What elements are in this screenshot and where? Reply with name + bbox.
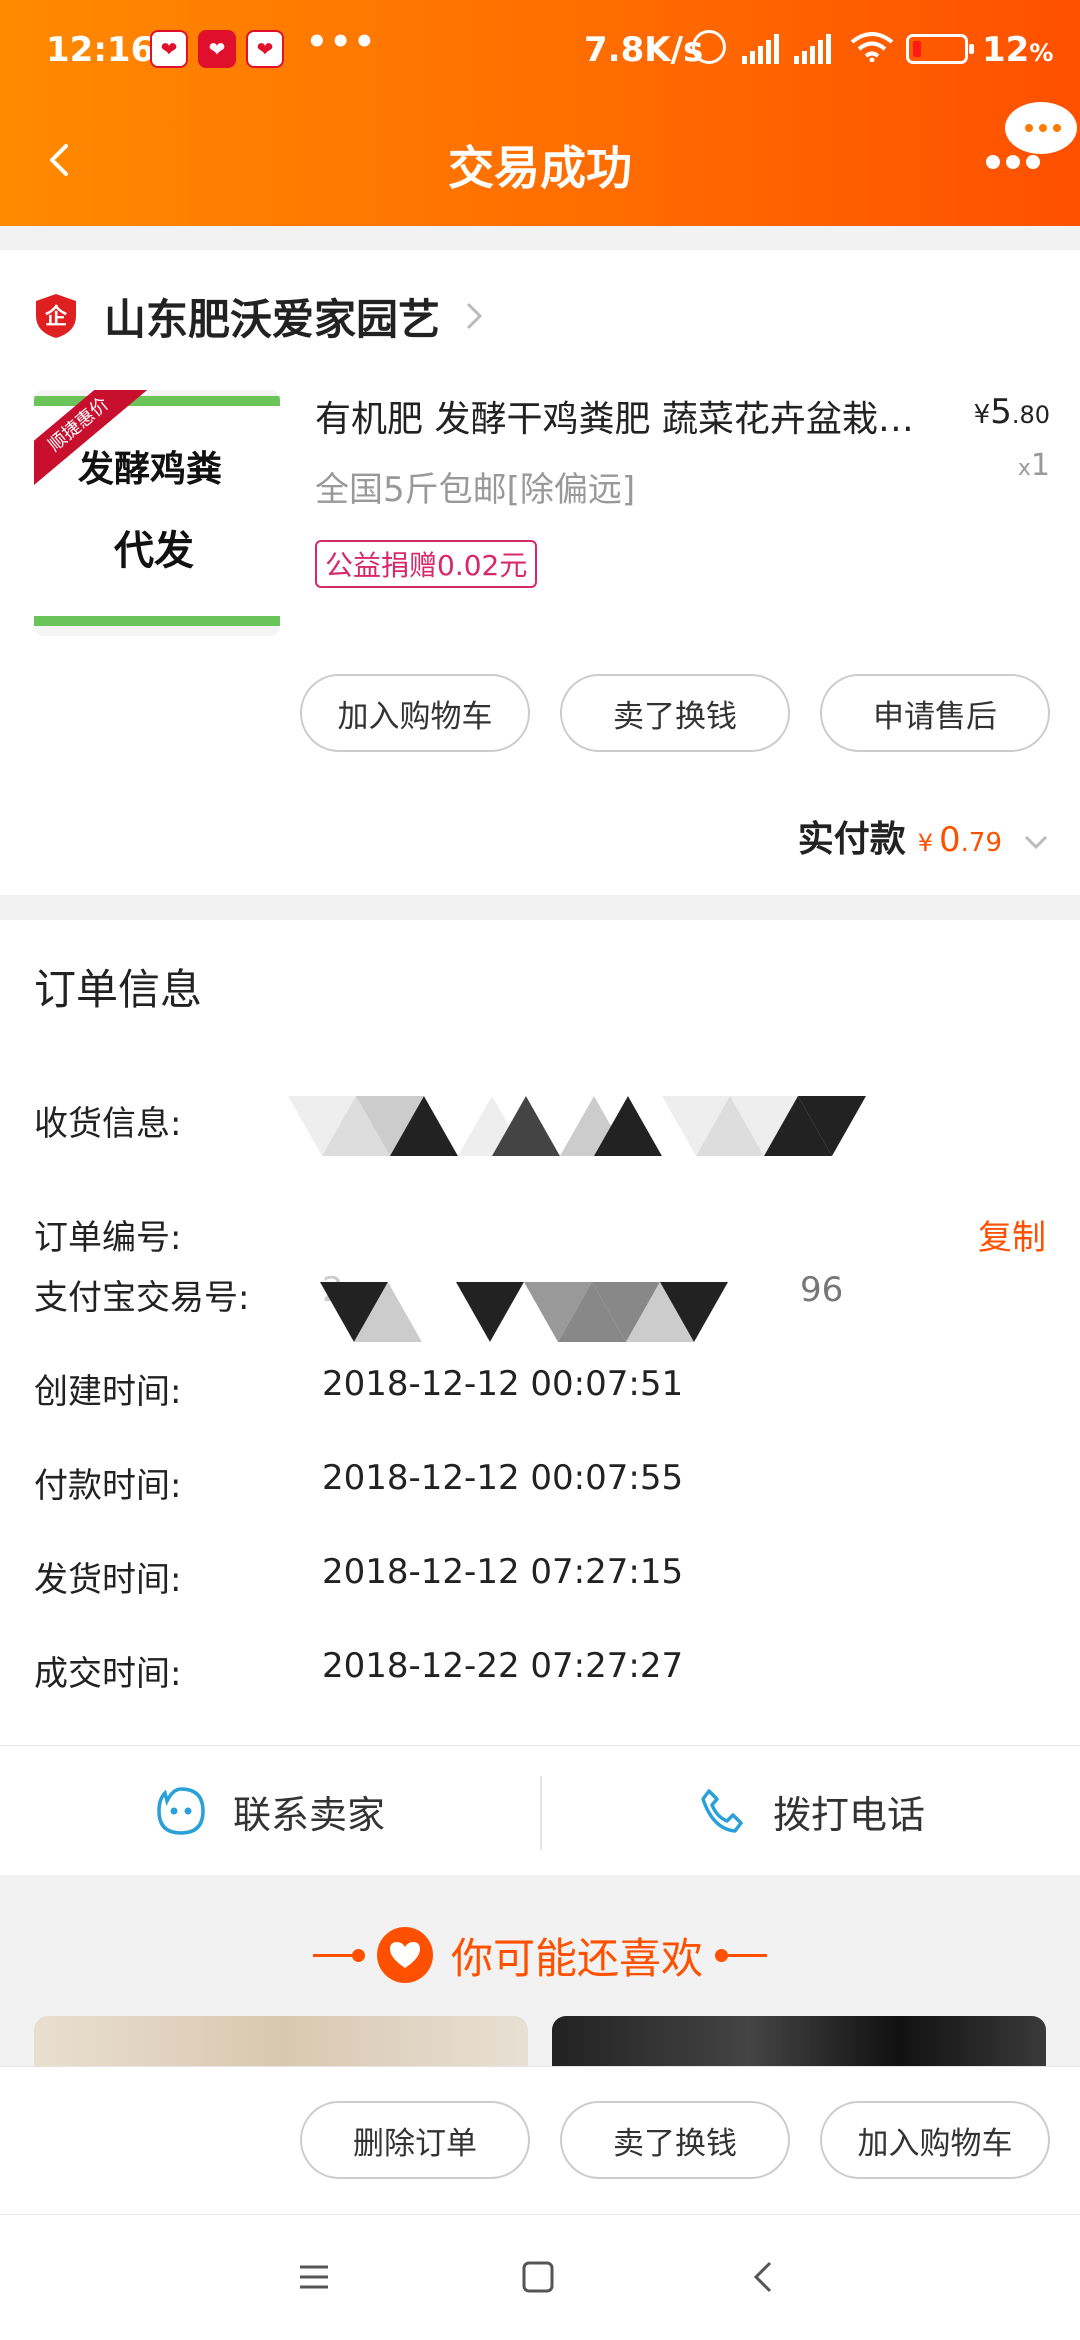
item-action-row: 加入购物车 卖了换钱 申请售后	[300, 674, 1050, 752]
system-nav-bar	[0, 2214, 1080, 2340]
product-quantity: x1	[1017, 448, 1050, 483]
battery-percent: 12%	[982, 30, 1054, 70]
product-title[interactable]: 有机肥 发酵干鸡粪肥 蔬菜花卉盆栽果树	[315, 390, 935, 442]
status-app-icons: ❤ ❤ ❤	[150, 30, 284, 68]
message-bubble-icon[interactable]	[985, 98, 1080, 194]
paid-time-value: 2018-12-12 00:07:55	[322, 1458, 684, 1498]
closed-time-value: 2018-12-22 07:27:27	[322, 1646, 684, 1686]
charity-tag: 公益捐赠0.02元	[315, 540, 538, 588]
add-to-cart-button[interactable]: 加入购物车	[820, 2101, 1050, 2179]
shipped-time-value: 2018-12-12 07:27:15	[322, 1552, 684, 1592]
enterprise-shield-icon: 企	[36, 294, 76, 338]
alipay-trade-suffix: 96	[800, 1270, 844, 1310]
notification-app-icon: ❤	[246, 30, 284, 68]
order-info-title: 订单信息	[34, 965, 203, 1014]
wifi-icon	[850, 32, 894, 62]
signal-hd-icon	[794, 34, 831, 64]
back-icon[interactable]	[744, 2257, 784, 2297]
paid-amount: 0.79	[939, 820, 1002, 860]
chevron-down-icon	[1024, 835, 1048, 850]
svg-text:企: 企	[44, 304, 68, 330]
contact-seller-label: 联系卖家	[232, 1792, 385, 1837]
shipped-time-label: 发货时间:	[34, 1560, 182, 1600]
net-speed: 7.8K/s	[584, 30, 704, 70]
delete-order-button[interactable]: 删除订单	[300, 2101, 530, 2179]
battery-icon	[906, 34, 974, 64]
created-time-value: 2018-12-12 00:07:51	[322, 1364, 684, 1404]
add-to-cart-button[interactable]: 加入购物车	[300, 674, 530, 752]
more-notifications-icon: •••	[306, 22, 378, 62]
home-icon[interactable]	[518, 2257, 558, 2297]
menu-icon[interactable]	[294, 2257, 334, 2297]
heart-icon	[376, 1927, 433, 1983]
order-number-label: 订单编号:	[34, 1218, 182, 1258]
paid-amount-row[interactable]: 实付款 ¥ 0.79	[798, 810, 1050, 862]
shop-header[interactable]: 企 山东肥沃爱家园艺	[34, 286, 486, 346]
paid-time-label: 付款时间:	[34, 1466, 182, 1506]
page-title: 交易成功	[448, 141, 632, 195]
nav-bar: 交易成功	[0, 102, 1080, 210]
paid-label: 实付款	[797, 819, 906, 860]
notification-app-icon: ❤	[198, 30, 236, 68]
recommend-header: 你可能还喜欢	[0, 1920, 1080, 1990]
chevron-right-icon	[466, 302, 483, 330]
redacted-trade-number	[320, 1282, 728, 1344]
recommend-title: 你可能还喜欢	[450, 1933, 703, 1983]
chat-face-icon	[157, 1787, 205, 1835]
order-item-card: 企 山东肥沃爱家园艺 顺捷惠价 发酵鸡粪 代发 有机肥 发酵干鸡粪肥 蔬菜花卉盆…	[0, 250, 1080, 895]
address-label: 收货信息:	[34, 1104, 182, 1144]
resell-button[interactable]: 卖了换钱	[560, 674, 790, 752]
redacted-address	[288, 1096, 866, 1158]
shop-name: 山东肥沃爱家园艺	[104, 294, 441, 344]
signal-icon	[742, 34, 779, 64]
alipay-trade-label: 支付宝交易号:	[34, 1278, 250, 1318]
product-image-text: 发酵鸡粪	[78, 448, 223, 490]
call-phone-button[interactable]: 拨打电话	[540, 1746, 1080, 1876]
status-time: 12:16	[46, 30, 155, 70]
header: 12:16 ❤ ❤ ❤ ••• 7.8K/s 12% 交易成功	[0, 0, 1080, 226]
status-bar: 12:16 ❤ ❤ ❤ ••• 7.8K/s 12%	[0, 0, 1080, 100]
bottom-action-bar: 删除订单 卖了换钱 加入购物车	[0, 2066, 1080, 2214]
phone-icon	[701, 1789, 743, 1833]
order-info-card: 订单信息 收货信息: 订单编号: 复制 支付宝交易号: 2 96 创建时间: 2…	[0, 920, 1080, 1745]
created-time-label: 创建时间:	[34, 1372, 182, 1412]
contact-seller-button[interactable]: 联系卖家	[0, 1746, 540, 1876]
product-image[interactable]: 顺捷惠价 发酵鸡粪 代发	[34, 390, 280, 636]
alarm-icon	[692, 30, 726, 64]
copy-order-number-button[interactable]: 复制	[978, 1210, 1046, 1259]
after-sales-button[interactable]: 申请售后	[820, 674, 1050, 752]
product-price: ¥5.80	[973, 392, 1050, 432]
closed-time-label: 成交时间:	[34, 1654, 182, 1694]
call-phone-label: 拨打电话	[772, 1792, 925, 1837]
notification-app-icon: ❤	[150, 30, 188, 68]
product-sku: 全国5斤包邮[除偏远]	[315, 470, 636, 510]
contact-actions: 联系卖家 拨打电话	[0, 1745, 1080, 1875]
resell-button[interactable]: 卖了换钱	[560, 2101, 790, 2179]
product-image-text: 代发	[114, 527, 194, 574]
